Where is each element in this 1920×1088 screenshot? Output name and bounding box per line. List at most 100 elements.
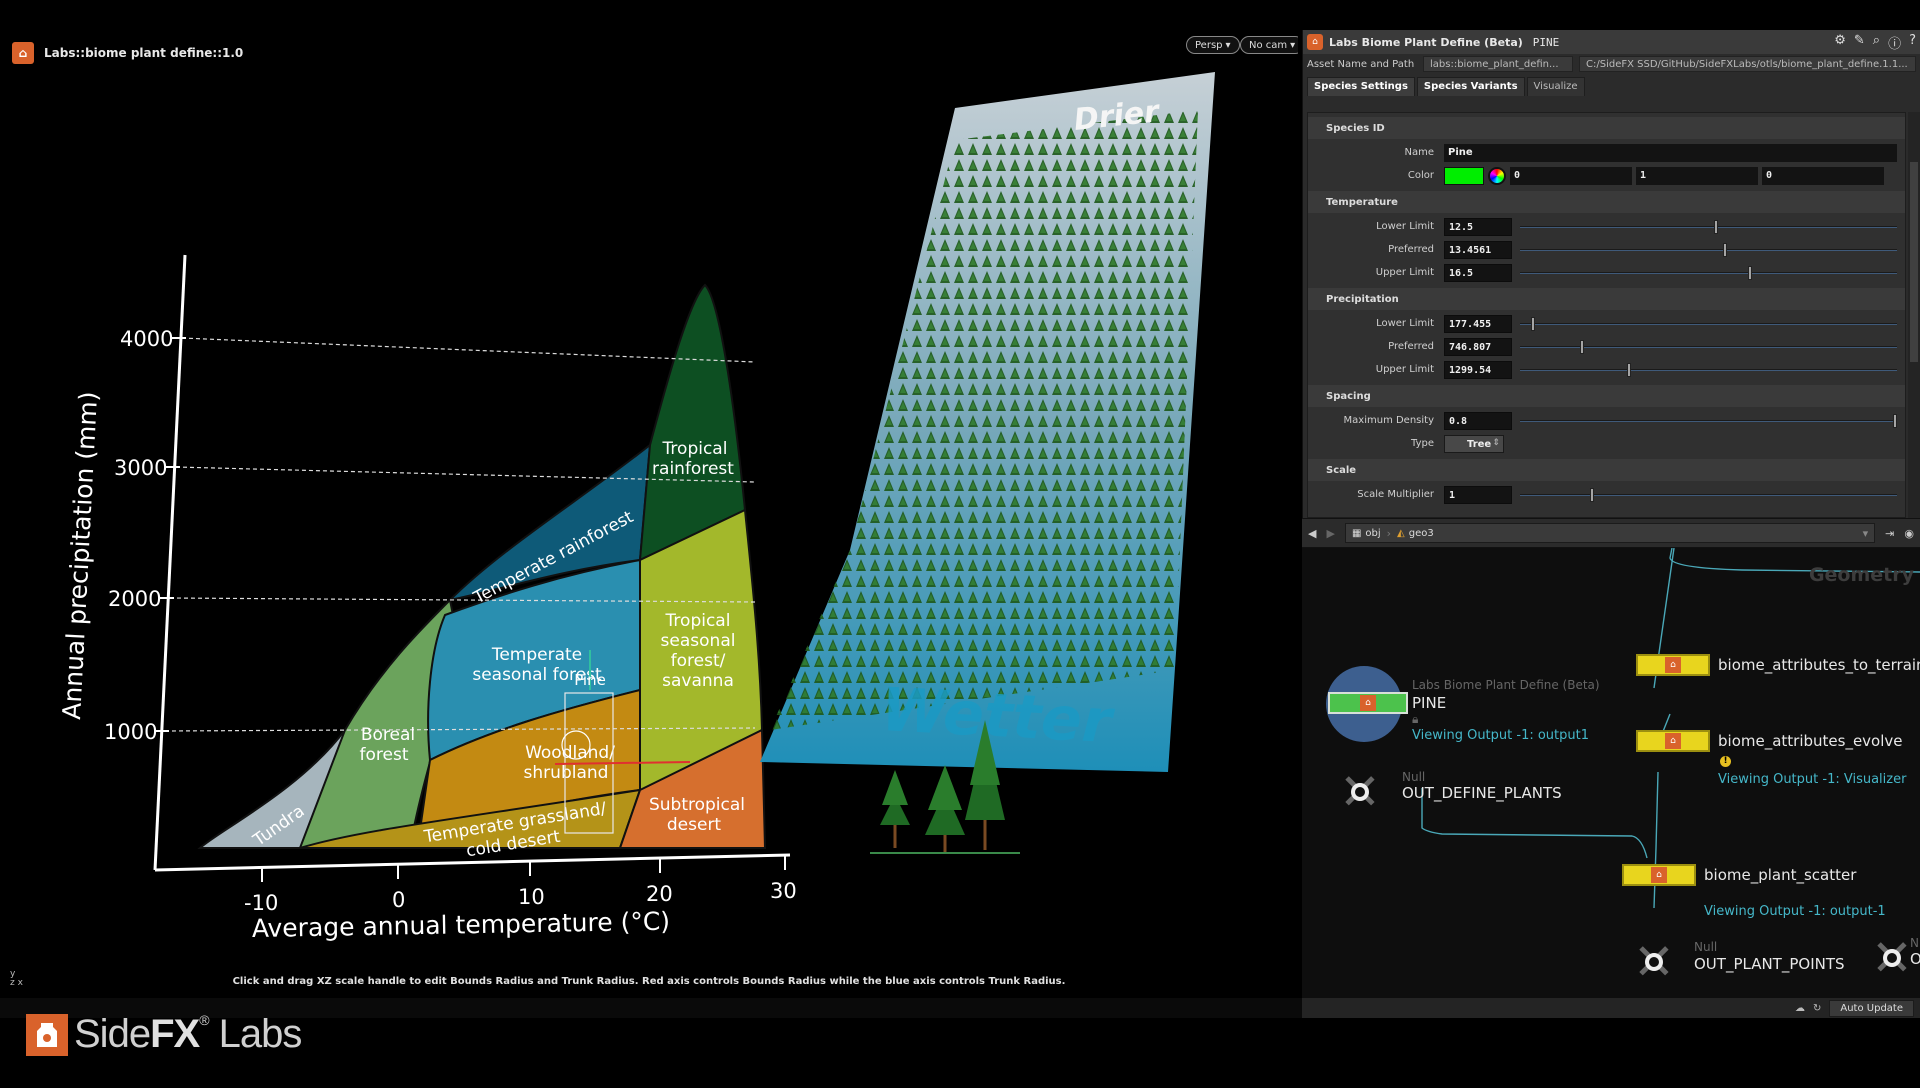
node-name[interactable]: PINE xyxy=(1533,36,1560,49)
max-density-field[interactable]: 0.8 xyxy=(1444,411,1512,430)
temp-preferred-field[interactable]: 13.4561 xyxy=(1444,240,1512,259)
brush-icon[interactable]: ✎ xyxy=(1854,33,1865,52)
max-density-slider[interactable] xyxy=(1520,412,1898,430)
logo-text: SideFX® Labs xyxy=(74,1012,303,1057)
precip-preferred-slider[interactable] xyxy=(1520,338,1897,356)
precip-upper-field[interactable]: 1299.54 xyxy=(1444,360,1512,379)
section-scale[interactable]: Scale xyxy=(1308,459,1905,481)
network-context-label: Geometry xyxy=(1808,564,1914,586)
hda-icon: ⌂ xyxy=(12,42,34,64)
precip-lower-field[interactable]: 177.455 xyxy=(1444,314,1512,333)
attributes-evolve-label[interactable]: biome_attributes_evolve xyxy=(1718,732,1903,750)
label-temperate-seasonal-1: Temperate xyxy=(491,645,582,665)
temp-preferred-slider[interactable] xyxy=(1520,241,1897,259)
scale-multiplier-field[interactable]: 1 xyxy=(1444,485,1512,504)
section-species-id[interactable]: Species ID xyxy=(1308,117,1905,139)
temp-lower-slider[interactable] xyxy=(1520,218,1897,236)
tab-species-variants[interactable]: Species Variants xyxy=(1416,77,1525,96)
define-node-name[interactable]: PINE xyxy=(1412,694,1446,712)
tab-species-settings[interactable]: Species Settings xyxy=(1307,77,1415,96)
label-woodland-1: Woodland/ xyxy=(525,743,615,763)
null3-name[interactable]: O xyxy=(1910,950,1920,968)
type-dropdown[interactable]: Tree xyxy=(1444,434,1504,453)
persp-button[interactable]: Persp ▾ xyxy=(1186,36,1240,54)
name-label: Name xyxy=(1404,147,1434,158)
attributes-evolve-node[interactable]: ⌂ xyxy=(1636,730,1710,752)
temp-upper-slider[interactable] xyxy=(1520,264,1897,282)
color-wheel-icon[interactable] xyxy=(1488,166,1506,185)
row-scale-multiplier: Scale Multiplier 1 xyxy=(1308,483,1905,506)
color-label: Color xyxy=(1407,170,1434,181)
slider-handle[interactable] xyxy=(1580,339,1585,354)
null-partial-node[interactable]: ✕ xyxy=(1870,933,1914,983)
null-out-define-plants-node[interactable]: ✕ xyxy=(1338,767,1382,817)
asset-name-field[interactable]: labs::biome_plant_defin... xyxy=(1423,56,1573,72)
cloud-icon[interactable]: ☁ xyxy=(1795,1003,1805,1014)
slider-handle[interactable] xyxy=(1531,316,1536,331)
chevron-down-icon[interactable]: ▾ xyxy=(1863,527,1869,540)
null2-name[interactable]: OUT_PLANT_POINTS xyxy=(1694,955,1845,973)
row-type: Type Tree xyxy=(1308,432,1905,455)
back-arrow-icon[interactable]: ◀ xyxy=(1308,527,1316,540)
ytick-4000: 4000 xyxy=(120,327,173,351)
info-icon[interactable]: ⓘ xyxy=(1888,33,1901,52)
define-plant-node[interactable]: ⌂ xyxy=(1328,692,1408,714)
parameter-scrollbar[interactable] xyxy=(1908,112,1920,518)
header-icons: ⚙ ✎ ⌕ ⓘ ? xyxy=(1834,33,1916,52)
section-precipitation[interactable]: Precipitation xyxy=(1308,288,1905,310)
null-out-plant-points-node[interactable]: ✕ xyxy=(1632,937,1676,987)
attributes-to-terrain-node[interactable]: ⌂ xyxy=(1636,654,1710,676)
slider-handle[interactable] xyxy=(1589,487,1594,502)
parameter-tabs: Species Settings Species Variants Visual… xyxy=(1303,74,1920,96)
scene-viewport[interactable]: 4000 3000 2000 1000 -10 0 10 20 30 Annua… xyxy=(0,30,1298,998)
color-swatch[interactable] xyxy=(1444,166,1484,185)
color-b-field[interactable]: 0 xyxy=(1762,166,1884,185)
asset-label: Asset Name and Path xyxy=(1307,58,1415,70)
color-g-field[interactable]: 1 xyxy=(1636,166,1758,185)
search-icon[interactable]: ⌕ xyxy=(1873,33,1880,52)
slider-handle[interactable] xyxy=(1723,242,1728,257)
scale-multiplier-slider[interactable] xyxy=(1520,486,1897,504)
logo-labs: Labs xyxy=(218,1012,303,1056)
row-precip-preferred: Preferred 746.807 xyxy=(1308,335,1905,358)
row-temp-lower: Lower Limit 12.5 xyxy=(1308,215,1905,238)
slider-handle[interactable] xyxy=(1893,413,1898,428)
precip-lower-label: Lower Limit xyxy=(1376,318,1434,329)
color-r-field[interactable]: 0 xyxy=(1510,166,1632,185)
network-editor[interactable]: Geometry ⌂ Labs Biome Plant Define (Beta… xyxy=(1302,548,1920,998)
pin-icon[interactable]: ⇥ xyxy=(1885,527,1894,540)
asset-path-field[interactable]: C:/SideFX SSD/GitHub/SideFXLabs/otls/bio… xyxy=(1579,56,1916,72)
precip-preferred-label: Preferred xyxy=(1388,341,1434,352)
temp-lower-field[interactable]: 12.5 xyxy=(1444,217,1512,236)
temp-upper-field[interactable]: 16.5 xyxy=(1444,263,1512,282)
row-precip-upper: Upper Limit 1299.54 xyxy=(1308,358,1905,381)
gear-icon[interactable]: ⚙ xyxy=(1834,33,1846,52)
camera-button[interactable]: No cam ▾ xyxy=(1240,36,1298,54)
precip-upper-slider[interactable] xyxy=(1520,361,1897,379)
xtick-m10: -10 xyxy=(244,891,278,915)
null1-name[interactable]: OUT_DEFINE_PLANTS xyxy=(1402,784,1562,802)
plant-scatter-node[interactable]: ⌂ xyxy=(1622,864,1696,886)
crumb-obj[interactable]: ▦ obj xyxy=(1352,528,1381,539)
tab-visualize[interactable]: Visualize xyxy=(1526,77,1585,96)
section-temperature[interactable]: Temperature xyxy=(1308,191,1905,213)
slider-handle[interactable] xyxy=(1627,362,1632,377)
forward-arrow-icon[interactable]: ▶ xyxy=(1326,527,1334,540)
precip-lower-slider[interactable] xyxy=(1520,315,1897,333)
name-field[interactable]: Pine xyxy=(1444,143,1897,162)
help-icon[interactable]: ? xyxy=(1909,33,1916,52)
auto-update-dropdown[interactable]: Auto Update xyxy=(1829,999,1914,1017)
attributes-to-terrain-label[interactable]: biome_attributes_to_terrain xyxy=(1718,656,1920,674)
slider-handle[interactable] xyxy=(1747,265,1752,280)
asset-row: Asset Name and Path labs::biome_plant_de… xyxy=(1303,54,1920,74)
link-icon[interactable]: ◉ xyxy=(1904,527,1914,540)
crumb-geo[interactable]: ◭ geo3 xyxy=(1397,528,1434,539)
section-spacing[interactable]: Spacing xyxy=(1308,385,1905,407)
precip-preferred-field[interactable]: 746.807 xyxy=(1444,337,1512,356)
slider-handle[interactable] xyxy=(1714,219,1719,234)
label-tropical-seasonal-2: seasonal xyxy=(661,631,736,651)
refresh-icon[interactable]: ↻ xyxy=(1813,1003,1821,1014)
plant-scatter-label[interactable]: biome_plant_scatter xyxy=(1704,866,1856,884)
obj-icon: ▦ xyxy=(1351,527,1362,539)
temp-lower-label: Lower Limit xyxy=(1376,221,1434,232)
